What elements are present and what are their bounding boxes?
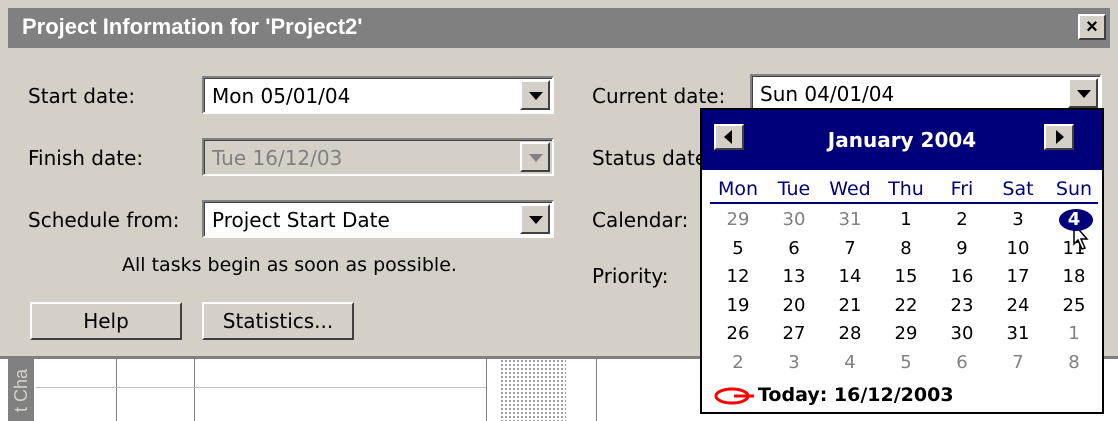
current-date-value: Sun 04/01/04 — [760, 82, 895, 106]
schedule-from-dropdown-button[interactable] — [520, 204, 550, 234]
finish-date-combo: Tue 16/12/03 — [202, 138, 554, 176]
calendar-day[interactable]: 1 — [1046, 320, 1102, 348]
grid-line — [116, 359, 117, 421]
calendar-day[interactable]: 2 — [934, 206, 990, 234]
calendar-day[interactable]: 4 — [822, 349, 878, 377]
calendar-day[interactable]: 30 — [766, 206, 822, 234]
calendar-day[interactable]: 8 — [1046, 349, 1102, 377]
current-date-label: Current date: — [592, 84, 726, 108]
weekday-label: Mon — [717, 178, 759, 200]
calendar-day[interactable]: 30 — [934, 320, 990, 348]
priority-label: Priority: — [592, 264, 669, 288]
weekday-label: Fri — [950, 178, 974, 200]
gantt-chart-side-label: t Cha — [8, 359, 34, 421]
calendar-day[interactable]: 20 — [766, 292, 822, 320]
calendar-day[interactable]: 3 — [990, 206, 1046, 234]
arrow-right-icon — [1056, 130, 1064, 144]
chevron-down-icon — [529, 216, 543, 224]
current-date-dropdown-button[interactable] — [1068, 78, 1098, 108]
weekday-label: Tue — [777, 178, 811, 200]
month-title: January 2004 — [827, 128, 977, 152]
dialog-title: Project Information for 'Project2' — [22, 14, 363, 39]
schedule-note: All tasks begin as soon as possible. — [122, 254, 457, 276]
calendar-day[interactable]: 29 — [878, 320, 934, 348]
chevron-down-icon — [529, 154, 543, 162]
today-circle-icon — [714, 387, 754, 405]
start-date-value: Mon 05/01/04 — [212, 84, 351, 108]
calendar-day[interactable]: 31 — [990, 320, 1046, 348]
calendar-day[interactable]: 5 — [710, 235, 766, 263]
calendar-day[interactable]: 25 — [1046, 292, 1102, 320]
calendar-day[interactable]: 13 — [766, 263, 822, 291]
weekday-label: Wed — [829, 178, 871, 200]
start-date-combo[interactable]: Mon 05/01/04 — [202, 76, 554, 114]
calendar-day[interactable]: 7 — [990, 349, 1046, 377]
close-button[interactable]: × — [1078, 14, 1106, 40]
calendar-day[interactable]: 1 — [878, 206, 934, 234]
calendar-day[interactable]: 10 — [990, 235, 1046, 263]
finish-date-label: Finish date: — [28, 146, 144, 170]
schedule-from-value: Project Start Date — [212, 208, 390, 232]
start-date-label: Start date: — [28, 84, 136, 108]
calendar-day[interactable]: 21 — [822, 292, 878, 320]
schedule-from-label: Schedule from: — [28, 208, 180, 232]
calendar-day[interactable]: 29 — [710, 206, 766, 234]
date-picker-popup: January 2004 Mon Tue Wed Thu Fri Sat Sun… — [700, 108, 1104, 414]
chevron-down-icon — [1077, 90, 1091, 98]
schedule-from-combo[interactable]: Project Start Date — [202, 200, 554, 238]
calendar-day[interactable]: 7 — [822, 235, 878, 263]
nonworking-time-shading — [500, 359, 566, 421]
grid-line — [36, 387, 486, 388]
status-date-label: Status date: — [592, 146, 714, 170]
calendar-day[interactable]: 16 — [934, 263, 990, 291]
calendar-header: January 2004 — [702, 110, 1102, 170]
calendar-day[interactable]: 8 — [878, 235, 934, 263]
finish-date-value: Tue 16/12/03 — [212, 146, 343, 170]
weekday-label: Sun — [1055, 178, 1093, 200]
grid-line — [486, 359, 487, 421]
finish-date-dropdown-button — [520, 142, 550, 172]
calendar-day[interactable]: 27 — [766, 320, 822, 348]
help-button[interactable]: Help — [30, 302, 182, 340]
calendar-day[interactable]: 19 — [710, 292, 766, 320]
calendar-day[interactable]: 24 — [990, 292, 1046, 320]
title-bar: Project Information for 'Project2' × — [8, 8, 1110, 48]
calendar-day[interactable]: 22 — [878, 292, 934, 320]
grid-line — [194, 359, 195, 421]
close-icon: × — [1086, 15, 1098, 38]
calendar-day[interactable]: 14 — [822, 263, 878, 291]
calendar-day[interactable]: 26 — [710, 320, 766, 348]
weekday-label: Sat — [1002, 178, 1034, 200]
calendar-day[interactable]: 23 — [934, 292, 990, 320]
calendar-day[interactable]: 15 — [878, 263, 934, 291]
next-month-button[interactable] — [1044, 124, 1074, 150]
today-label: Today: 16/12/2003 — [758, 384, 954, 406]
calendar-day[interactable]: 9 — [934, 235, 990, 263]
calendar-day[interactable]: 18 — [1046, 263, 1102, 291]
chevron-down-icon — [529, 92, 543, 100]
calendar-label: Calendar: — [592, 208, 689, 232]
statistics-button[interactable]: Statistics... — [202, 302, 354, 340]
calendar-day[interactable]: 31 — [822, 206, 878, 234]
selected-day-text: 4 — [1067, 209, 1081, 230]
calendar-day[interactable]: 6 — [934, 349, 990, 377]
calendar-day[interactable]: 12 — [710, 263, 766, 291]
current-date-combo[interactable]: Sun 04/01/04 — [750, 74, 1102, 112]
calendar-day[interactable]: 6 — [766, 235, 822, 263]
grid-line — [596, 359, 597, 421]
start-date-dropdown-button[interactable] — [520, 80, 550, 110]
calendar-day[interactable]: 3 — [766, 349, 822, 377]
calendar-day[interactable]: 2 — [710, 349, 766, 377]
calendar-day[interactable]: 5 — [878, 349, 934, 377]
calendar-day[interactable]: 17 — [990, 263, 1046, 291]
weekday-header: Mon Tue Wed Thu Fri Sat Sun — [710, 178, 1098, 204]
calendar-day-selected[interactable]: 4 — [1046, 206, 1102, 234]
calendar-day[interactable]: 28 — [822, 320, 878, 348]
weekday-label: Thu — [888, 178, 924, 200]
